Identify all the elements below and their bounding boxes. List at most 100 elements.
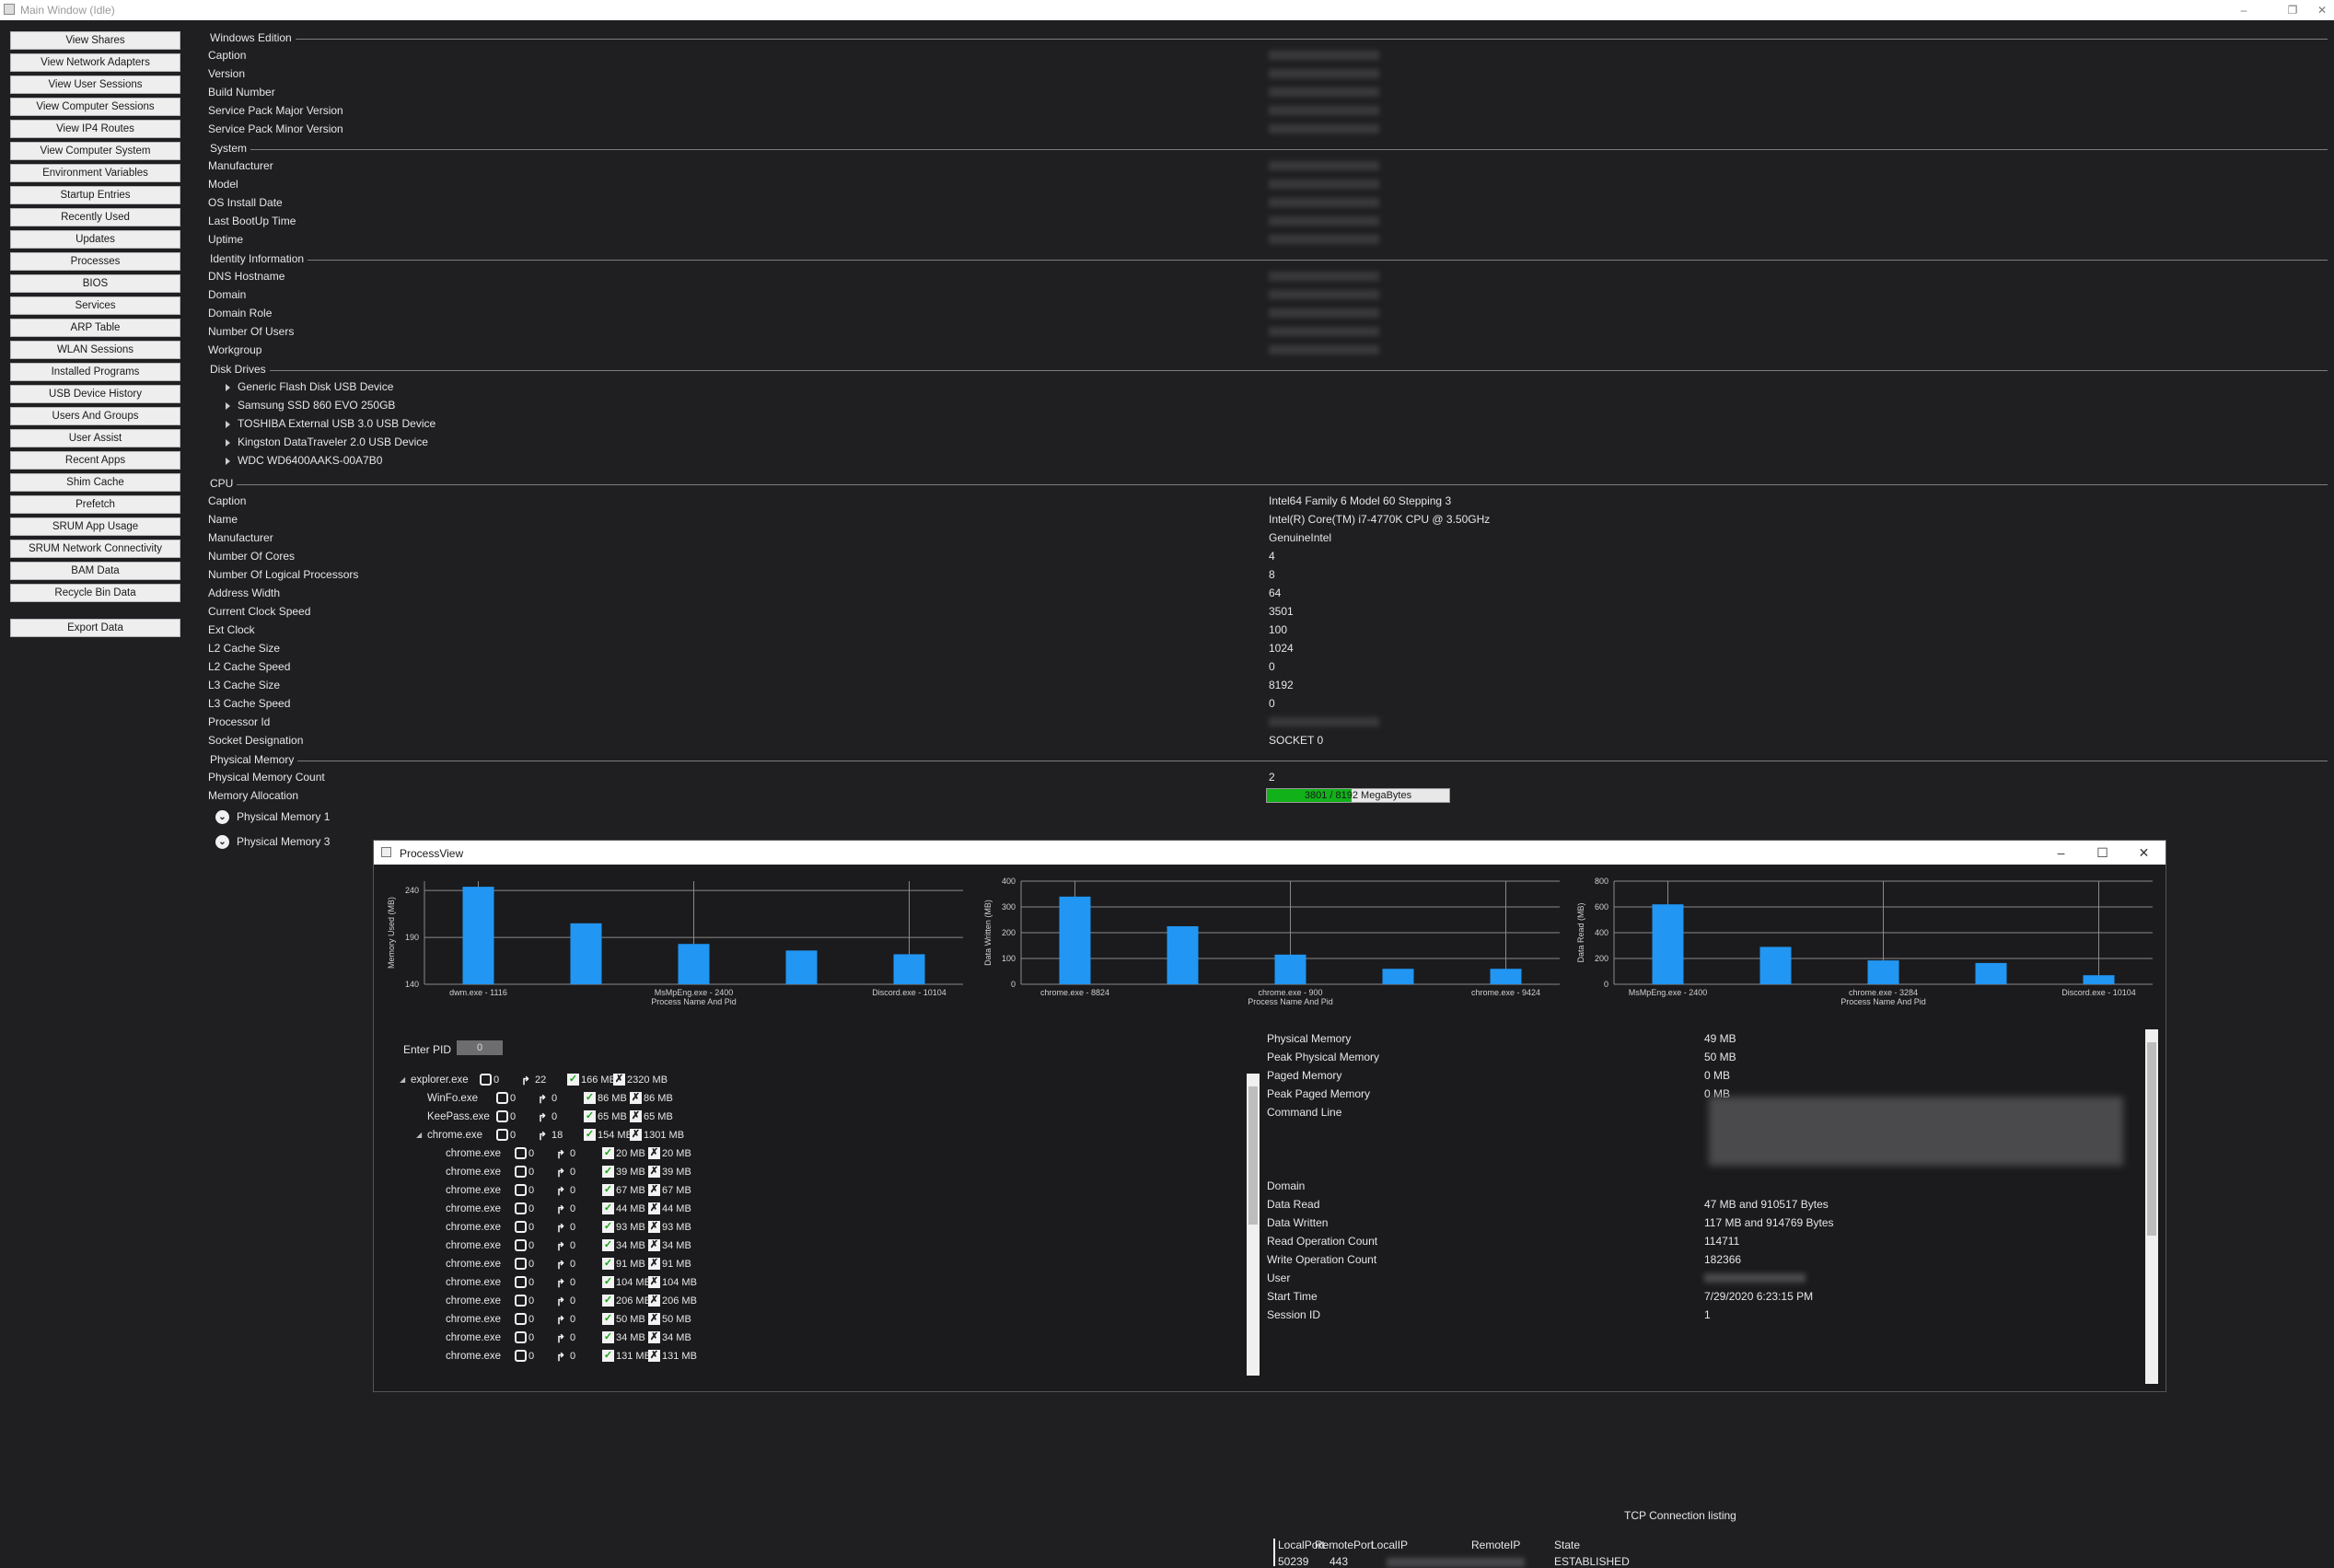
nav-button-processes[interactable]: Processes (10, 252, 180, 271)
process-tree-row[interactable]: chrome.exe 0 ↱ 0 ✓ 104 MB ✗ 104 MB (392, 1273, 908, 1292)
peak-memory-icon: ✗ (648, 1220, 660, 1233)
handles-icon (515, 1202, 527, 1214)
cpu-key: L2 Cache Speed (208, 660, 291, 673)
peak-memory-icon: ✗ (630, 1128, 642, 1141)
tree-scrollbar-thumb[interactable] (1248, 1086, 1258, 1225)
process-peak-memory-value: 39 MB (662, 1167, 691, 1178)
disk-drive-item[interactable]: TOSHIBA External USB 3.0 USB Device (201, 414, 2328, 433)
process-memory-value: 93 MB (616, 1222, 645, 1233)
nav-button-srum-network-connectivity[interactable]: SRUM Network Connectivity (10, 540, 180, 558)
nav-button-view-network-adapters[interactable]: View Network Adapters (10, 53, 180, 72)
disk-drive-item[interactable]: Kingston DataTraveler 2.0 USB Device (201, 433, 2328, 451)
system-section-row: Uptime (201, 230, 2328, 249)
info-scrollbar[interactable] (2145, 1029, 2158, 1384)
process-name: chrome.exe (446, 1332, 502, 1343)
process-name: chrome.exe (446, 1222, 502, 1233)
process-handles-value: 0 (494, 1074, 500, 1086)
nav-button-view-ip4-routes[interactable]: View IP4 Routes (10, 120, 180, 138)
process-peak-memory-value: 44 MB (662, 1203, 691, 1214)
disk-drive-item[interactable]: WDC WD6400AAKS-00A7B0 (201, 451, 2328, 470)
memory-icon: ✓ (602, 1146, 614, 1159)
nav-button-view-user-sessions[interactable]: View User Sessions (10, 75, 180, 94)
process-tree-row[interactable]: ◢ chrome.exe 0 ↱ 18 ✓ 154 MB ✗ 1301 MB (392, 1126, 908, 1144)
chevron-down-icon[interactable]: ⌄ (215, 835, 229, 849)
identity-section-key: Domain (208, 288, 247, 301)
process-tree-row[interactable]: chrome.exe 0 ↱ 0 ✓ 50 MB ✗ 50 MB (392, 1310, 908, 1329)
expand-triangle-icon[interactable] (226, 384, 230, 391)
pv-minimize-button[interactable]: – (2040, 841, 2082, 865)
process-info-value-redacted (1704, 1273, 1806, 1283)
system-section-value-redacted (1269, 235, 1379, 244)
nav-button-user-assist[interactable]: User Assist (10, 429, 180, 447)
process-peak-memory-cell: ✗ 206 MB (648, 1294, 697, 1308)
collapse-arrow-icon[interactable]: ◢ (400, 1071, 405, 1089)
expand-triangle-icon[interactable] (226, 421, 230, 428)
process-peak-memory-value: 67 MB (662, 1185, 691, 1196)
process-tree-row[interactable]: chrome.exe 0 ↱ 0 ✓ 91 MB ✗ 91 MB (392, 1255, 908, 1273)
process-tree-row[interactable]: chrome.exe 0 ↱ 0 ✓ 131 MB ✗ 131 MB (392, 1347, 908, 1365)
nav-button-bam-data[interactable]: BAM Data (10, 562, 180, 580)
nav-button-installed-programs[interactable]: Installed Programs (10, 363, 180, 381)
info-scrollbar-thumb[interactable] (2147, 1042, 2156, 1236)
nav-button-recently-used[interactable]: Recently Used (10, 208, 180, 226)
process-tree-row[interactable]: ◢ explorer.exe 0 ↱ 22 ✓ 166 MB ✗ 2320 MB (392, 1071, 908, 1089)
nav-button-wlan-sessions[interactable]: WLAN Sessions (10, 341, 180, 359)
pid-input[interactable] (457, 1040, 503, 1055)
nav-button-updates[interactable]: Updates (10, 230, 180, 249)
nav-button-srum-app-usage[interactable]: SRUM App Usage (10, 517, 180, 536)
nav-button-services[interactable]: Services (10, 296, 180, 315)
bar-1 (570, 923, 602, 984)
memory-allocation-row: Memory Allocation 3801 / 8192 MegaBytes (201, 786, 2328, 805)
process-info-key: Peak Paged Memory (1267, 1087, 1371, 1100)
nav-button-bios[interactable]: BIOS (10, 274, 180, 293)
nav-button-view-computer-system[interactable]: View Computer System (10, 142, 180, 160)
process-tree-row[interactable]: KeePass.exe 0 ↱ 0 ✓ 65 MB ✗ 65 MB (392, 1108, 908, 1126)
tree-scrollbar[interactable] (1247, 1074, 1260, 1376)
nav-button-users-and-groups[interactable]: Users And Groups (10, 407, 180, 425)
y-axis-label: Data Written (MB) (983, 900, 993, 966)
nav-button-view-computer-sessions[interactable]: View Computer Sessions (10, 98, 180, 116)
process-tree-row[interactable]: chrome.exe 0 ↱ 0 ✓ 34 MB ✗ 34 MB (392, 1329, 908, 1347)
memory-icon: ✓ (602, 1349, 614, 1362)
nav-button-arp-table[interactable]: ARP Table (10, 319, 180, 337)
process-tree-row[interactable]: chrome.exe 0 ↱ 0 ✓ 67 MB ✗ 67 MB (392, 1181, 908, 1200)
disk-drive-item[interactable]: Samsung SSD 860 EVO 250GB (201, 396, 2328, 414)
nav-button-recent-apps[interactable]: Recent Apps (10, 451, 180, 470)
nav-button-shim-cache[interactable]: Shim Cache (10, 473, 180, 492)
expand-triangle-icon[interactable] (226, 402, 230, 410)
nav-button-environment-variables[interactable]: Environment Variables (10, 164, 180, 182)
process-tree-row[interactable]: chrome.exe 0 ↱ 0 ✓ 44 MB ✗ 44 MB (392, 1200, 908, 1218)
process-tree-row[interactable]: chrome.exe 0 ↱ 0 ✓ 93 MB ✗ 93 MB (392, 1218, 908, 1237)
process-name: chrome.exe (446, 1203, 502, 1214)
pv-close-button[interactable]: ✕ (2123, 841, 2165, 865)
physical-memory-item[interactable]: ⌄ Physical Memory 1 (201, 805, 2328, 830)
expand-triangle-icon[interactable] (226, 439, 230, 447)
data-read-chart: 0 200 400 600 800 MsMpEng.exe - 2400 chrome.ex… (1576, 877, 2153, 1006)
export-data-button[interactable]: Export Data (10, 619, 180, 637)
cpu-value: 0 (1269, 697, 1275, 710)
minimize-button[interactable]: – (2224, 0, 2264, 20)
process-tree-row[interactable]: chrome.exe 0 ↱ 0 ✓ 20 MB ✗ 20 MB (392, 1144, 908, 1163)
nav-button-prefetch[interactable]: Prefetch (10, 495, 180, 514)
y-tick-label: 600 (1595, 902, 1608, 912)
process-tree-row[interactable]: chrome.exe 0 ↱ 0 ✓ 206 MB ✗ 206 MB (392, 1292, 908, 1310)
process-threads-cell: ↱ 0 (556, 1294, 575, 1308)
process-info-key: Write Operation Count (1267, 1253, 1377, 1266)
cpu-value: 100 (1269, 623, 1288, 636)
disk-drive-item[interactable]: Generic Flash Disk USB Device (201, 377, 2328, 396)
process-tree-row[interactable]: WinFo.exe 0 ↱ 0 ✓ 86 MB ✗ 86 MB (392, 1089, 908, 1108)
nav-button-usb-device-history[interactable]: USB Device History (10, 385, 180, 403)
nav-button-view-shares[interactable]: View Shares (10, 31, 180, 50)
expand-triangle-icon[interactable] (226, 458, 230, 465)
nav-button-startup-entries[interactable]: Startup Entries (10, 186, 180, 204)
windows-edition-section-row: Caption (201, 46, 2328, 64)
collapse-arrow-icon[interactable]: ◢ (416, 1126, 422, 1144)
process-handles-cell: 0 (515, 1257, 534, 1272)
process-tree-row[interactable]: chrome.exe 0 ↱ 0 ✓ 39 MB ✗ 39 MB (392, 1163, 908, 1181)
threads-icon: ↱ (538, 1092, 548, 1106)
close-button[interactable]: ✕ (2302, 0, 2334, 20)
process-tree-row[interactable]: chrome.exe 0 ↱ 0 ✓ 34 MB ✗ 34 MB (392, 1237, 908, 1255)
chevron-down-icon[interactable]: ⌄ (215, 810, 229, 824)
nav-button-recycle-bin-data[interactable]: Recycle Bin Data (10, 584, 180, 602)
pv-maximize-button[interactable]: ☐ (2082, 841, 2123, 865)
